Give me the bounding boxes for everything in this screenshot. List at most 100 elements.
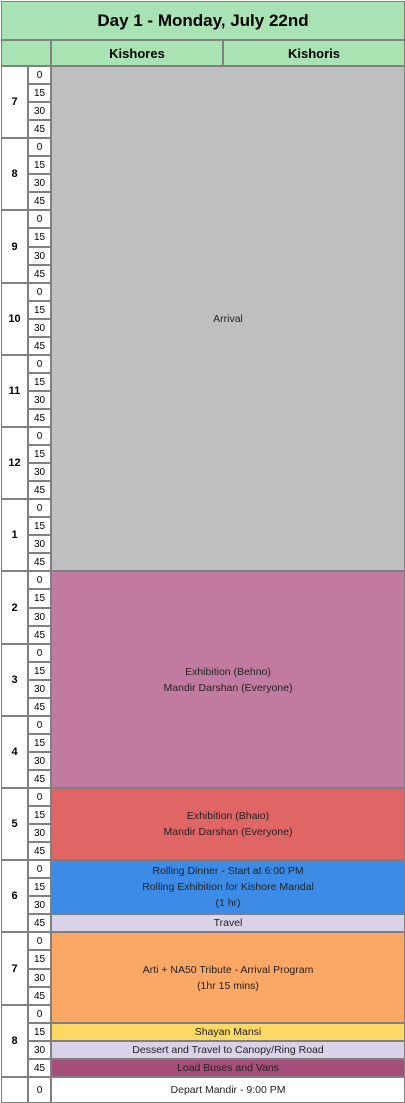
schedule-title: Day 1 - Monday, July 22nd [1, 1, 405, 40]
minute-label: 0 [28, 571, 51, 589]
minute-label: 45 [28, 192, 51, 210]
event-block: Depart Mandir - 9:00 PM [51, 1077, 405, 1103]
event-block: Rolling Dinner - Start at 6:00 PM Rolling… [51, 860, 405, 914]
minute-label: 45 [28, 337, 51, 355]
minute-label: 0 [28, 788, 51, 806]
minute-label: 0 [28, 138, 51, 156]
hour-label: 1 [1, 499, 28, 571]
hour-label: 4 [1, 716, 28, 788]
minute-label: 0 [28, 66, 51, 84]
minute-label: 45 [28, 987, 51, 1005]
minute-label: 15 [28, 228, 51, 247]
event-line: Rolling Dinner - Start at 6:00 PM [152, 865, 304, 877]
minute-label: 15 [28, 878, 51, 896]
minute-label: 30 [28, 391, 51, 409]
hour-label: 8 [1, 1005, 28, 1077]
minute-label: 30 [28, 1041, 51, 1059]
minute-label: 15 [28, 1023, 51, 1041]
minute-label: 0 [28, 355, 51, 373]
hour-label: 11 [1, 355, 28, 427]
event-line: Travel [213, 917, 243, 929]
minute-label: 45 [28, 698, 51, 716]
event-line: Mandir Darshan (Everyone) [163, 681, 293, 694]
event-block: Dessert and Travel to Canopy/Ring Road [51, 1041, 405, 1059]
minute-label: 30 [28, 463, 51, 481]
minute-label: 45 [28, 120, 51, 138]
minute-label: 30 [28, 174, 51, 192]
minute-label: 45 [28, 553, 51, 571]
schedule-sheet: Day 1 - Monday, July 22nd Kishores Kisho… [0, 0, 405, 1103]
event-block: Load Buses and Vans [51, 1059, 405, 1077]
minute-label: 45 [28, 626, 51, 644]
minute-label: 30 [28, 752, 51, 770]
minute-label: 30 [28, 680, 51, 698]
event-block: Shayan Mansi [51, 1023, 405, 1041]
event-block: Exhibition (Bhaio) Mandir Darshan (Everyo… [51, 788, 405, 860]
event-line: Shayan Mansi [194, 1026, 262, 1038]
minute-label: 30 [28, 969, 51, 987]
minute-label: 15 [28, 662, 51, 680]
hour-label: 7 [1, 66, 28, 138]
hour-label: 6 [1, 860, 28, 932]
minute-label: 30 [28, 896, 51, 914]
hour-label: 10 [1, 283, 28, 355]
hour-label-empty [1, 1077, 28, 1103]
column-header-kishores: Kishores [51, 40, 223, 66]
minute-label: 0 [28, 1005, 51, 1023]
corner-header [1, 40, 51, 66]
minute-label: 15 [28, 156, 51, 174]
minute-label: 45 [28, 842, 51, 860]
minute-label: 45 [28, 770, 51, 788]
minute-label: 0 [28, 499, 51, 517]
minute-label: 0 [28, 716, 51, 734]
minute-label: 0 [28, 283, 51, 301]
event-line: Exhibition (Behno) [185, 665, 271, 678]
event-block: Arti + NA50 Tribute - Arrival Program (1h… [51, 932, 405, 1023]
column-header-kishoris: Kishoris [223, 40, 405, 66]
minute-label: 0 [28, 427, 51, 445]
hour-label: 7 [1, 932, 28, 1005]
minute-label: 15 [28, 806, 51, 824]
minute-label: 45 [28, 1059, 51, 1077]
event-line: Arrival [213, 312, 243, 325]
event-block: Travel [51, 914, 405, 932]
minute-label: 45 [28, 914, 51, 932]
hour-label: 8 [1, 138, 28, 210]
minute-label: 30 [28, 535, 51, 553]
minute-label: 15 [28, 950, 51, 969]
event-line: (1hr 15 mins) [197, 979, 259, 992]
minute-label: 0 [28, 932, 51, 950]
minute-label: 45 [28, 481, 51, 499]
minute-label: 0 [28, 860, 51, 878]
minute-label: 15 [28, 517, 51, 535]
event-line: Arti + NA50 Tribute - Arrival Program [142, 963, 314, 976]
minute-label: 15 [28, 589, 51, 608]
minute-label: 30 [28, 824, 51, 842]
minute-label: 15 [28, 301, 51, 319]
event-block: Exhibition (Behno) Mandir Darshan (Everyo… [51, 571, 405, 788]
minute-label: 0 [28, 1077, 51, 1103]
hour-label: 12 [1, 427, 28, 499]
minute-label: 45 [28, 409, 51, 427]
minute-label: 15 [28, 445, 51, 463]
minute-label: 30 [28, 247, 51, 265]
event-line: Depart Mandir - 9:00 PM [170, 1084, 286, 1096]
minute-label: 30 [28, 102, 51, 120]
event-block: Arrival [51, 66, 405, 571]
event-line: Exhibition (Bhaio) [186, 810, 270, 822]
hour-label: 2 [1, 571, 28, 644]
hour-label: 5 [1, 788, 28, 860]
event-line: Load Buses and Vans [177, 1062, 279, 1074]
event-line: Rolling Exhibition for Kishore Mandal [142, 881, 314, 893]
event-line: Mandir Darshan (Everyone) [163, 826, 293, 838]
minute-label: 15 [28, 84, 51, 102]
minute-label: 30 [28, 608, 51, 626]
minute-label: 15 [28, 373, 51, 391]
hour-label: 3 [1, 644, 28, 716]
minute-label: 45 [28, 265, 51, 283]
minute-label: 15 [28, 734, 51, 752]
event-line: Dessert and Travel to Canopy/Ring Road [132, 1044, 324, 1056]
event-line: (1 hr) [215, 897, 241, 909]
minute-label: 30 [28, 319, 51, 337]
minute-label: 0 [28, 210, 51, 228]
